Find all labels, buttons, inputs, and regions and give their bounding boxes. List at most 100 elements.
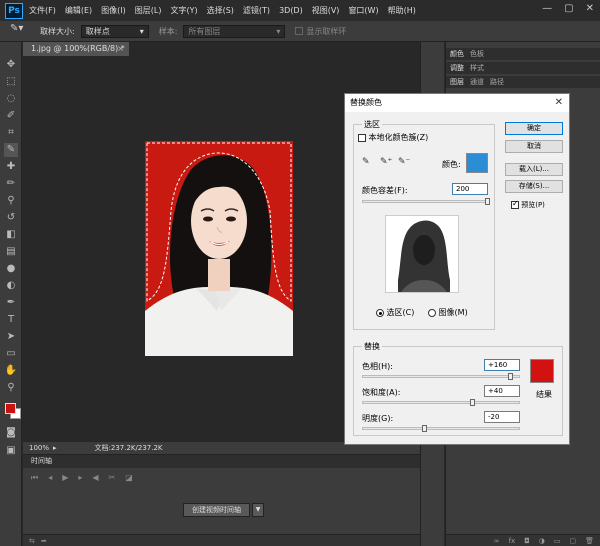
close-icon[interactable]: ✕: [555, 94, 563, 112]
create-video-timeline-button[interactable]: 创建视频时间轴: [183, 503, 250, 517]
preview-checkbox[interactable]: 预览(P): [511, 199, 545, 210]
move-tool-icon[interactable]: ✥: [4, 58, 18, 72]
tab-layers[interactable]: 图层: [450, 77, 464, 87]
load-button[interactable]: 载入(L)...: [505, 163, 563, 176]
document-tab[interactable]: 1.jpg @ 100%(RGB/8) * ×: [23, 42, 129, 56]
close-tab-icon[interactable]: ×: [117, 42, 124, 56]
picked-color-swatch[interactable]: [466, 153, 488, 173]
foreground-color-swatch[interactable]: [5, 403, 16, 414]
saturation-slider-track[interactable]: [362, 401, 520, 404]
brush-tool-icon[interactable]: ✏: [4, 177, 18, 191]
transition-icon[interactable]: ◪: [125, 473, 133, 483]
adjustments-panel-tabs: 调整 样式: [446, 62, 600, 74]
menu-filter[interactable]: 滤镜(T): [243, 5, 270, 16]
render-video-icon[interactable]: ➦: [41, 537, 47, 545]
play-icon[interactable]: ▶: [62, 473, 68, 483]
chevron-down-icon[interactable]: ▼: [252, 503, 264, 517]
eyedropper-plus-icon[interactable]: ✎⁺: [380, 157, 392, 167]
crop-tool-icon[interactable]: ⌗: [4, 126, 18, 140]
close-icon[interactable]: ✕: [586, 3, 594, 14]
convert-frames-icon[interactable]: ⇆: [29, 537, 35, 545]
quick-mask-icon[interactable]: ◙: [4, 426, 18, 440]
eyedropper-icon[interactable]: ✎: [362, 157, 372, 167]
new-layer-icon[interactable]: ▢: [569, 537, 576, 545]
menu-help[interactable]: 帮助(H): [388, 5, 416, 16]
chevron-down-icon: ▾: [276, 26, 281, 36]
result-color-swatch[interactable]: [530, 359, 554, 383]
screen-mode-icon[interactable]: ▣: [4, 444, 18, 458]
radio-selection[interactable]: 选区(C): [376, 307, 414, 318]
replace-color-dialog: 替换颜色 ✕ 选区 本地化颜色簇(Z) ✎ ✎⁺ ✎⁻ 颜色: 颜色容差(F):…: [344, 93, 570, 445]
lasso-tool-icon[interactable]: ◌: [4, 92, 18, 106]
zoom-tool-icon[interactable]: ⚲: [4, 381, 18, 395]
hand-tool-icon[interactable]: ✋: [4, 364, 18, 378]
hue-slider-track[interactable]: [362, 375, 520, 378]
clone-stamp-icon[interactable]: ⚲: [4, 194, 18, 208]
saturation-slider-thumb[interactable]: [469, 399, 475, 406]
blur-tool-icon[interactable]: ●: [4, 262, 18, 276]
link-icon[interactable]: ∞: [494, 537, 500, 545]
menu-window[interactable]: 窗口(W): [348, 5, 378, 16]
dodge-tool-icon[interactable]: ◐: [4, 279, 18, 293]
status-menu-icon[interactable]: ▸: [53, 444, 57, 452]
marquee-tool-icon[interactable]: ⬚: [4, 75, 18, 89]
menu-select[interactable]: 选择(S): [207, 5, 234, 16]
localized-color-clusters[interactable]: 本地化颜色簇(Z): [358, 132, 428, 143]
zoom-level[interactable]: 100%: [23, 444, 53, 452]
fuzziness-slider-track[interactable]: [362, 200, 488, 203]
hue-slider-thumb[interactable]: [507, 373, 513, 380]
sample-size-label: 取样大小:: [40, 26, 75, 36]
tab-swatches[interactable]: 色板: [470, 49, 484, 59]
lightness-slider-thumb[interactable]: [422, 425, 428, 432]
save-button[interactable]: 存储(S)...: [505, 180, 563, 193]
folder-icon[interactable]: ▭: [554, 537, 561, 545]
maximize-icon[interactable]: ▢: [564, 3, 573, 14]
sample-size-select[interactable]: 取样点 ▾: [80, 24, 149, 38]
next-frame-icon[interactable]: ▸: [78, 473, 82, 483]
hue-input[interactable]: +160: [484, 359, 520, 371]
fx-icon[interactable]: fx: [509, 537, 516, 545]
split-icon[interactable]: ✂: [109, 473, 116, 483]
menu-layer[interactable]: 图层(L): [135, 5, 162, 16]
tab-adjustments[interactable]: 调整: [450, 63, 464, 73]
tab-styles[interactable]: 样式: [470, 63, 484, 73]
menu-3d[interactable]: 3D(D): [279, 6, 303, 15]
ok-button[interactable]: 确定: [505, 122, 563, 135]
quick-select-tool-icon[interactable]: ✐: [4, 109, 18, 123]
healing-brush-icon[interactable]: ✚: [4, 160, 18, 174]
type-tool-icon[interactable]: T: [4, 313, 18, 327]
menu-edit[interactable]: 编辑(E): [65, 5, 92, 16]
first-frame-icon[interactable]: ⏮: [31, 473, 38, 483]
eyedropper-minus-icon[interactable]: ✎⁻: [398, 157, 410, 167]
menu-image[interactable]: 图像(I): [101, 5, 126, 16]
prev-frame-icon[interactable]: ◂: [48, 473, 52, 483]
trash-icon[interactable]: 🗑: [585, 537, 594, 545]
minimize-icon[interactable]: —: [542, 3, 552, 14]
history-brush-icon[interactable]: ↺: [4, 211, 18, 225]
cancel-button[interactable]: 取消: [505, 140, 563, 153]
path-select-tool-icon[interactable]: ➤: [4, 330, 18, 344]
fuzziness-input[interactable]: 200: [452, 183, 488, 195]
tab-channels[interactable]: 通道: [470, 77, 484, 87]
radio-image[interactable]: 图像(M): [428, 307, 468, 318]
audio-icon[interactable]: ◀: [92, 473, 98, 483]
eyedropper-tool-icon[interactable]: ✎▾: [10, 23, 32, 39]
menu-view[interactable]: 视图(V): [312, 5, 340, 16]
adjustment-icon[interactable]: ◑: [539, 537, 545, 545]
mask-icon[interactable]: ◘: [524, 537, 530, 545]
shape-tool-icon[interactable]: ▭: [4, 347, 18, 361]
menu-file[interactable]: 文件(F): [29, 5, 56, 16]
show-sampling-ring-checkbox[interactable]: 显示取样环: [295, 26, 346, 37]
tab-color[interactable]: 颜色: [450, 49, 464, 59]
gradient-tool-icon[interactable]: ▤: [4, 245, 18, 259]
saturation-input[interactable]: +40: [484, 385, 520, 397]
lightness-slider-track[interactable]: [362, 427, 520, 430]
tab-paths[interactable]: 路径: [490, 77, 504, 87]
sample-select[interactable]: 所有图层 ▾: [183, 24, 286, 38]
eraser-tool-icon[interactable]: ◧: [4, 228, 18, 242]
fuzziness-slider-thumb[interactable]: [485, 198, 490, 205]
eyedropper-tool-icon[interactable]: ✎: [4, 143, 18, 157]
pen-tool-icon[interactable]: ✒: [4, 296, 18, 310]
lightness-input[interactable]: -20: [484, 411, 520, 423]
menu-type[interactable]: 文字(Y): [170, 5, 197, 16]
